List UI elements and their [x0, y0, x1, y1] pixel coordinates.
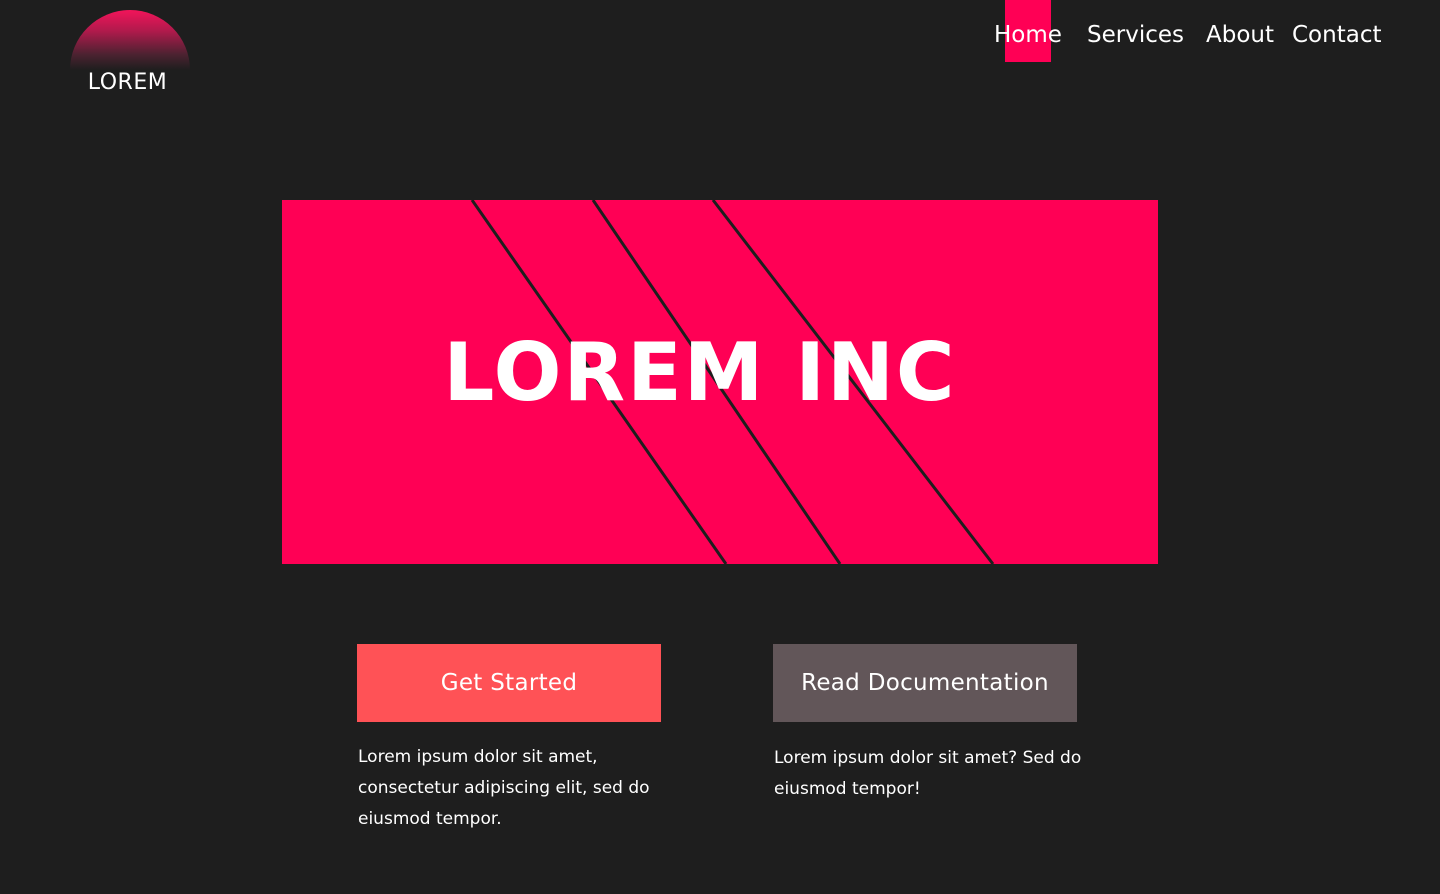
get-started-description: Lorem ipsum dolor sit amet, consectetur …	[358, 747, 650, 829]
logo[interactable]: LOREM	[70, 10, 190, 100]
nav-item-contact[interactable]: Contact	[1292, 0, 1381, 62]
nav-item-about[interactable]: About	[1206, 0, 1274, 62]
logo-semicircle-icon	[70, 10, 190, 70]
get-started-button[interactable]: Get Started	[357, 644, 661, 722]
nav-item-home[interactable]: Home	[994, 0, 1062, 62]
hero-banner: LOREM INC	[282, 200, 1158, 564]
read-documentation-description: Lorem ipsum dolor sit amet? Sed do eiusm…	[774, 748, 1082, 799]
read-documentation-button[interactable]: Read Documentation	[773, 644, 1077, 722]
hero-title: LOREM INC	[443, 326, 957, 419]
logo-text: LOREM	[87, 70, 168, 95]
nav-item-services[interactable]: Services	[1087, 0, 1184, 62]
landing-page: LOREM Home Services About Contact LOREM …	[0, 0, 1440, 894]
